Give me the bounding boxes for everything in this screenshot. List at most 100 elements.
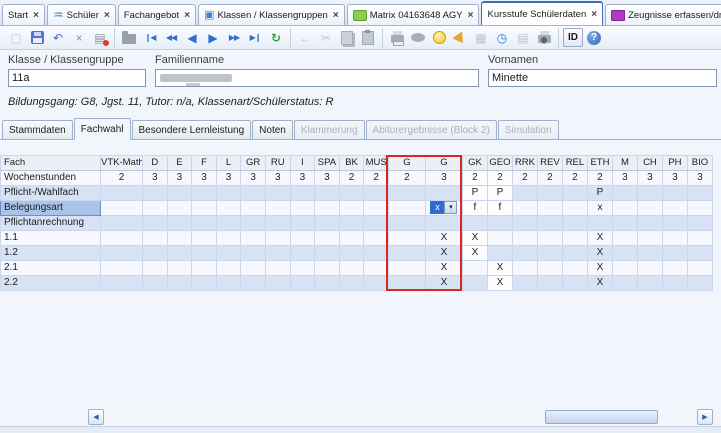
table-cell[interactable]: X <box>587 261 612 276</box>
table-cell[interactable] <box>101 216 143 231</box>
table-cell[interactable]: 3 <box>192 171 217 186</box>
table-cell[interactable] <box>388 216 425 231</box>
table-cell[interactable]: 3 <box>216 171 241 186</box>
table-cell[interactable]: f <box>487 201 512 216</box>
row-label-belegungsart[interactable]: Belegungsart <box>1 201 101 216</box>
table-cell[interactable] <box>537 246 562 261</box>
table-cell[interactable]: 3 <box>143 171 168 186</box>
table-cell[interactable] <box>290 261 315 276</box>
table-cell[interactable] <box>487 231 512 246</box>
refresh-button[interactable]: ↻ <box>266 28 286 48</box>
table-cell[interactable] <box>339 201 364 216</box>
table-cell[interactable]: 2 <box>537 171 562 186</box>
table-cell[interactable] <box>612 261 637 276</box>
table-cell[interactable] <box>315 216 340 231</box>
table-cell[interactable] <box>315 276 340 291</box>
table-cell[interactable] <box>612 216 637 231</box>
table-cell[interactable] <box>339 276 364 291</box>
table-cell[interactable] <box>339 186 364 201</box>
table-cell[interactable] <box>143 246 168 261</box>
table-cell[interactable] <box>339 216 364 231</box>
table-cell[interactable] <box>537 231 562 246</box>
table-cell[interactable] <box>192 261 217 276</box>
table-cell[interactable] <box>662 261 687 276</box>
table-cell[interactable] <box>216 231 241 246</box>
table-cell[interactable]: X <box>425 261 462 276</box>
table-cell[interactable] <box>687 231 712 246</box>
table-cell[interactable] <box>364 261 389 276</box>
close-icon[interactable]: × <box>184 10 190 21</box>
table-cell[interactable] <box>192 186 217 201</box>
clock-button[interactable]: ◷ <box>492 28 512 48</box>
undo-button[interactable]: ↶ <box>48 28 68 48</box>
stamp-button[interactable] <box>408 28 428 48</box>
table-cell[interactable] <box>612 231 637 246</box>
table-cell[interactable] <box>290 276 315 291</box>
table-cell[interactable] <box>637 261 662 276</box>
nav-fast-back-button[interactable]: ◀◀ <box>161 28 181 48</box>
table-cell[interactable] <box>537 216 562 231</box>
table-cell[interactable] <box>562 186 587 201</box>
table-cell[interactable] <box>562 246 587 261</box>
table-cell[interactable] <box>241 276 266 291</box>
table-cell[interactable] <box>637 276 662 291</box>
table-cell[interactable] <box>192 216 217 231</box>
table-cell[interactable] <box>315 186 340 201</box>
table-cell[interactable] <box>388 201 425 216</box>
table-cell[interactable] <box>265 201 290 216</box>
table-cell[interactable] <box>241 201 266 216</box>
horizontal-scrollbar[interactable]: ◀ ▶ <box>88 409 713 426</box>
table-cell[interactable] <box>687 216 712 231</box>
table-cell[interactable] <box>101 201 143 216</box>
close-icon[interactable]: × <box>333 10 339 21</box>
table-cell[interactable] <box>143 276 168 291</box>
table-cell[interactable] <box>315 231 340 246</box>
table-cell[interactable] <box>192 246 217 261</box>
table-cell[interactable] <box>290 201 315 216</box>
table-cell[interactable] <box>265 186 290 201</box>
table-cell[interactable] <box>315 201 340 216</box>
table-cell[interactable] <box>265 246 290 261</box>
delete-button[interactable]: × <box>69 28 89 48</box>
table-cell[interactable]: 3 <box>687 171 712 186</box>
table-cell[interactable] <box>512 186 537 201</box>
filter-funnel-button[interactable] <box>450 28 470 48</box>
table-cell[interactable] <box>562 231 587 246</box>
table-cell[interactable]: 3 <box>265 171 290 186</box>
scroll-right-button[interactable]: ▶ <box>697 409 713 425</box>
detail-tab-besondere-lernleistung[interactable]: Besondere Lernleistung <box>132 120 252 139</box>
table-cell[interactable]: 3 <box>662 171 687 186</box>
table-cell[interactable] <box>512 201 537 216</box>
table-cell[interactable] <box>512 231 537 246</box>
table-cell[interactable]: 2 <box>562 171 587 186</box>
table-cell[interactable] <box>364 276 389 291</box>
table-cell[interactable]: X <box>462 246 487 261</box>
table-cell[interactable] <box>637 186 662 201</box>
table-cell[interactable] <box>612 246 637 261</box>
print-export-button[interactable] <box>534 28 554 48</box>
table-cell[interactable] <box>425 216 462 231</box>
tab-matrix-04163648-agy[interactable]: Matrix 04163648 AGY× <box>347 4 480 25</box>
table-cell[interactable] <box>388 261 425 276</box>
table-cell[interactable] <box>167 186 192 201</box>
table-cell[interactable] <box>216 216 241 231</box>
table-cell[interactable] <box>167 261 192 276</box>
table-cell[interactable] <box>537 261 562 276</box>
table-cell[interactable]: X <box>425 276 462 291</box>
row-label-1-2[interactable]: 1.2 <box>1 246 101 261</box>
detail-tab-fachwahl[interactable]: Fachwahl <box>74 118 131 140</box>
table-cell[interactable] <box>662 186 687 201</box>
tab-start[interactable]: Start× <box>2 4 45 25</box>
table-cell[interactable]: 3 <box>637 171 662 186</box>
table-cell[interactable]: 2 <box>388 171 425 186</box>
row-label-2-1[interactable]: 2.1 <box>1 261 101 276</box>
table-cell[interactable] <box>662 276 687 291</box>
table-cell[interactable]: 2 <box>364 171 389 186</box>
table-cell[interactable] <box>462 261 487 276</box>
new-form-button[interactable]: ▤ <box>90 28 110 48</box>
table-cell[interactable] <box>662 216 687 231</box>
table-cell[interactable] <box>265 261 290 276</box>
nav-last-button[interactable]: ▶❙ <box>245 28 265 48</box>
detail-tab-stammdaten[interactable]: Stammdaten <box>2 120 73 139</box>
table-cell[interactable] <box>101 186 143 201</box>
